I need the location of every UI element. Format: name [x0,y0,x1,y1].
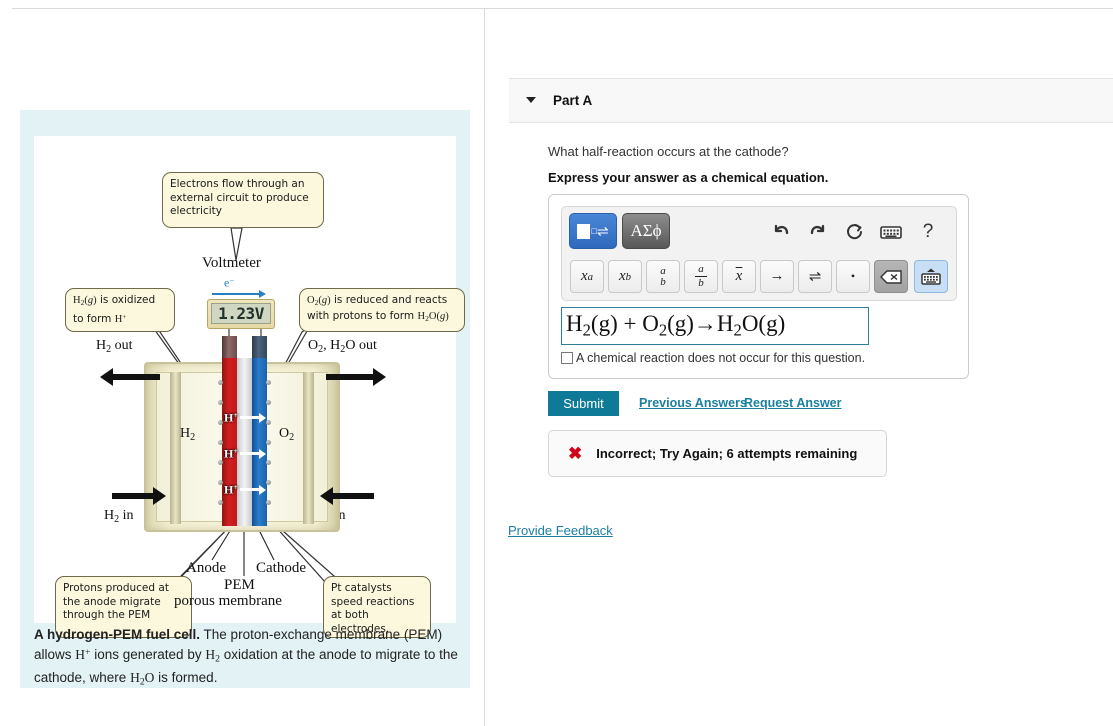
catalyst-dot [266,380,271,385]
callout-electrons: Electrons flow through an external circu… [162,172,324,228]
template-mode-button[interactable]: □⇌ [569,213,617,249]
arrow-key[interactable]: → [760,260,794,293]
greek-mode-button[interactable]: ΑΣϕ [622,213,670,249]
request-answer-link[interactable]: Request Answer [744,396,841,410]
page-root: Electrons flow through an external circu… [0,0,1113,726]
no-reaction-row[interactable]: A chemical reaction does not occur for t… [561,351,865,365]
o2-in-arrow [332,493,374,499]
h2-in-arrow [112,493,154,499]
figure-caption-title: A hydrogen-PEM fuel cell. [34,627,200,642]
porous-membrane-label: porous membrane [174,593,282,610]
toolbar-row-primary: □⇌ ΑΣϕ ? [562,207,958,256]
answer-value: H2(g) + O2(g)→H2O(g) [566,311,785,341]
subscript-key[interactable]: xb [608,260,642,293]
o2-chamber-label: O2 [279,426,294,443]
help-icon[interactable]: ? [915,219,941,245]
equation-toolbar: □⇌ ΑΣϕ ? [561,206,957,301]
question-text: What half-reaction occurs at the cathode… [548,144,789,159]
figure-caption: A hydrogen-PEM fuel cell. The proton-exc… [34,626,458,692]
superscript-key[interactable]: xa [570,260,604,293]
vertical-divider [484,9,485,726]
h2-in-label: H2 in [104,508,134,525]
toolbar-row-keys: xa xb ab ab x → ⇌ • [562,256,958,301]
equilibrium-key[interactable]: ⇌ [798,260,832,293]
provide-feedback-link[interactable]: Provide Feedback [508,523,613,538]
anode-label: Anode [186,560,226,577]
catalyst-dot [218,440,223,445]
submit-button[interactable]: Submit [548,391,619,416]
right-wall [303,372,314,524]
no-reaction-checkbox[interactable] [561,352,573,364]
voltmeter-reading: 1.23V [218,304,264,323]
callout-cathode-reduction: O2(g) is reduced and reactswith protons … [299,288,465,332]
catalyst-dot [266,440,271,445]
assignment-panel: Part A What half-reaction occurs at the … [509,0,1113,726]
catalyst-dot [266,460,271,465]
reset-icon[interactable] [842,219,868,245]
answer-container: □⇌ ΑΣϕ ? [548,194,969,379]
fraction-key[interactable]: ab [684,260,718,293]
dot-key[interactable]: • [836,260,870,293]
stacked-fraction-key[interactable]: ab [646,260,680,293]
previous-answers-link[interactable]: Previous Answers [639,396,747,410]
voltmeter-display: 1.23V [211,303,271,324]
pem-membrane [237,358,252,526]
o2-out-arrow [326,374,374,380]
electron-flow-arrow [212,293,260,295]
feedback-message: Incorrect; Try Again; 6 attempts remaini… [596,446,857,461]
no-reaction-label: A chemical reaction does not occur for t… [576,351,865,365]
catalyst-dot [218,400,223,405]
anode-electrode [222,358,237,526]
cathode-label: Cathode [256,560,306,577]
catalyst-dot [218,480,223,485]
redo-icon[interactable] [805,219,831,245]
catalyst-dot [218,500,223,505]
figure-canvas: Electrons flow through an external circu… [34,136,456,623]
error-x-icon: ✖ [568,445,582,462]
part-a-header[interactable]: Part A [509,78,1113,123]
h2-out-arrow [112,374,160,380]
catalyst-dot [266,420,271,425]
undo-icon[interactable] [768,219,794,245]
voltmeter-label: Voltmeter [202,255,261,272]
hplus-label: H+ [224,446,238,462]
o2-h2o-out-label: O2, H2O out [308,338,377,355]
left-wall [170,372,181,524]
catalyst-dot [266,400,271,405]
catalyst-dot [266,500,271,505]
callout-anode-oxidation: H2(g) is oxidizedto form H+ [65,288,175,332]
question-instruction: Express your answer as a chemical equati… [548,170,828,185]
feedback-banner: ✖ Incorrect; Try Again; 6 attempts remai… [548,430,887,477]
hplus-arrow [240,452,260,455]
overbar-key[interactable]: x [722,260,756,293]
catalyst-dot [266,480,271,485]
keyboard-icon[interactable] [878,219,904,245]
cathode-electrode [252,358,267,526]
catalyst-dot [218,420,223,425]
catalyst-dot [218,380,223,385]
backspace-key[interactable] [874,260,908,293]
keypad-toggle-key[interactable] [914,260,948,293]
hplus-label: H+ [224,410,238,426]
figure-panel: Electrons flow through an external circu… [20,110,470,688]
electron-flow-label: e− [224,275,234,291]
h2-out-label: H2 out [96,338,133,355]
hplus-arrow [240,416,260,419]
chevron-down-icon[interactable] [526,97,536,103]
pem-label: PEM [224,577,255,594]
h2-chamber-label: H2 [180,426,195,443]
hplus-label: H+ [224,482,238,498]
part-title: Part A [553,93,592,108]
hplus-arrow [240,488,260,491]
answer-input[interactable]: H2(g) + O2(g)→H2O(g) [561,307,869,345]
catalyst-dot [218,460,223,465]
